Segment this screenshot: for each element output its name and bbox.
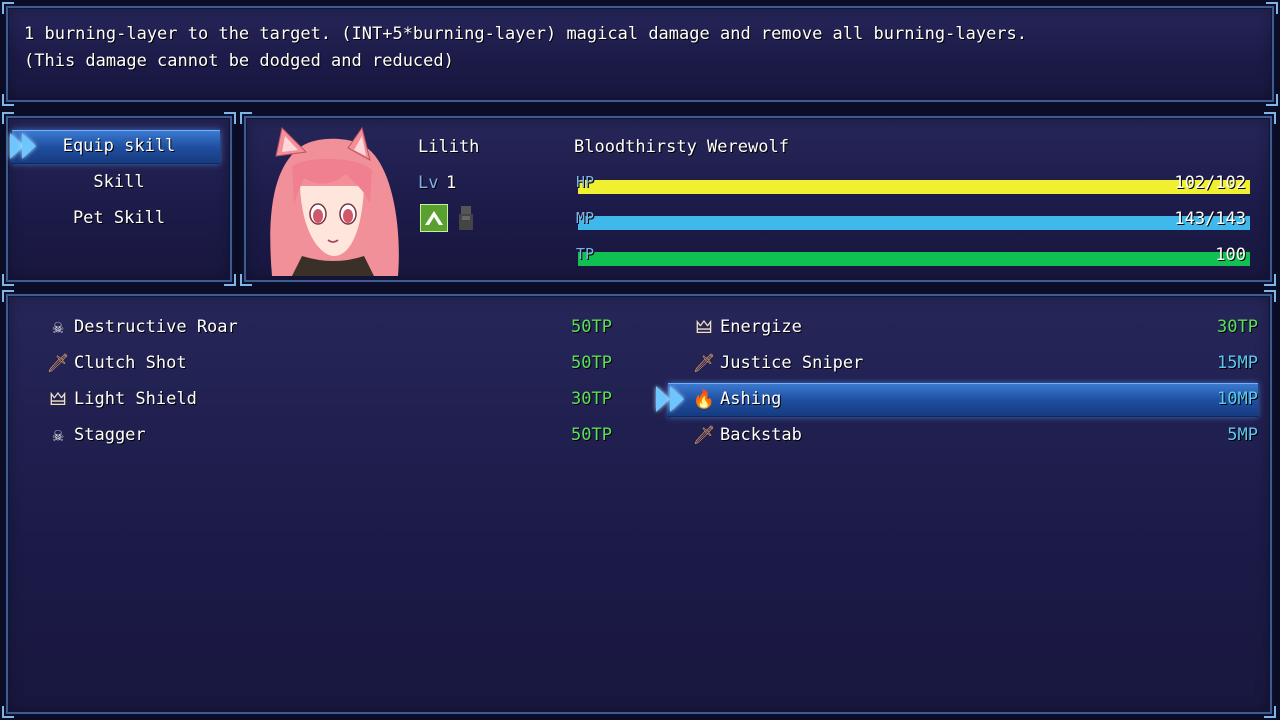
- level-value: 1: [446, 173, 457, 193]
- sword-icon: 🗡: [692, 353, 716, 374]
- skill-name: Ashing: [720, 389, 782, 409]
- skill-cost: 30TP: [571, 389, 612, 409]
- skill-cost: 50TP: [571, 317, 612, 337]
- skill-cost: 30TP: [1217, 317, 1258, 337]
- tp-gauge: [578, 252, 1250, 266]
- skill-row[interactable]: ☠ Destructive Roar 50TP: [46, 312, 612, 344]
- actor-portrait: [270, 126, 399, 276]
- skill-name: Destructive Roar: [74, 317, 238, 337]
- skill-cost: 10MP: [1217, 389, 1258, 409]
- command-skill[interactable]: Skill: [8, 171, 230, 193]
- skill-cost: 15MP: [1217, 353, 1258, 373]
- cursor-chevron-icon: [656, 386, 670, 412]
- skull-icon: ☠: [52, 425, 64, 446]
- actor-status-window: Lilith Lv 1 Bloodthirsty Werewolf HP 102…: [240, 112, 1276, 286]
- skill-row[interactable]: 🗡 Clutch Shot 50TP: [46, 348, 612, 380]
- skill-name: Stagger: [74, 425, 146, 445]
- help-text-line-2: (This damage cannot be dodged and reduce…: [24, 51, 454, 71]
- skill-cost: 5MP: [1227, 425, 1258, 445]
- hp-value: 102/102: [1174, 173, 1246, 193]
- fire-icon: 🔥: [692, 389, 716, 410]
- wings-icon: 🜲: [695, 317, 713, 338]
- skill-name: Energize: [720, 317, 802, 337]
- tp-label: TP: [576, 245, 595, 263]
- hp-gauge: [578, 180, 1250, 194]
- dark-figure-icon: [456, 204, 476, 232]
- mp-label: MP: [576, 209, 595, 227]
- skill-name: Backstab: [720, 425, 802, 445]
- command-equip-skill[interactable]: Equip skill: [8, 135, 230, 157]
- skill-name: Justice Sniper: [720, 353, 864, 373]
- skill-name: Clutch Shot: [74, 353, 187, 373]
- skill-row[interactable]: 🔥 Ashing 10MP: [692, 384, 1258, 416]
- actor-class: Bloodthirsty Werewolf: [574, 137, 789, 157]
- skill-cost: 50TP: [571, 425, 612, 445]
- skill-row[interactable]: 🗡 Backstab 5MP: [692, 420, 1258, 452]
- level-label: Lv: [418, 173, 439, 193]
- skill-row[interactable]: 🜲 Energize 30TP: [692, 312, 1258, 344]
- green-up-arrow-icon: [420, 204, 448, 232]
- sword-icon: 🗡: [692, 425, 716, 446]
- actor-name: Lilith: [418, 137, 480, 157]
- help-text-line-1: 1 burning-layer to the target. (INT+5*bu…: [24, 24, 1028, 44]
- sword-icon: 🗡: [46, 353, 70, 374]
- help-window: 1 burning-layer to the target. (INT+5*bu…: [2, 2, 1278, 106]
- command-window: Equip skill Skill Pet Skill: [2, 112, 236, 286]
- skill-row[interactable]: ☠ Stagger 50TP: [46, 420, 612, 452]
- skill-list-window: ☠ Destructive Roar 50TP 🗡 Clutch Shot 50TP 🜲 Li…: [2, 290, 1276, 718]
- skill-cost: 50TP: [571, 353, 612, 373]
- skill-name: Light Shield: [74, 389, 197, 409]
- cursor-chevron-icon: [670, 386, 684, 412]
- skill-row[interactable]: 🜲 Light Shield 30TP: [46, 384, 612, 416]
- wings-icon: 🜲: [49, 389, 67, 410]
- hp-label: HP: [576, 173, 595, 191]
- skull-icon: ☠: [52, 317, 64, 338]
- skill-row[interactable]: 🗡 Justice Sniper 15MP: [692, 348, 1258, 380]
- command-pet-skill[interactable]: Pet Skill: [8, 207, 230, 229]
- mp-value: 143/143: [1174, 209, 1246, 229]
- tp-value: 100: [1215, 245, 1246, 265]
- mp-gauge: [578, 216, 1250, 230]
